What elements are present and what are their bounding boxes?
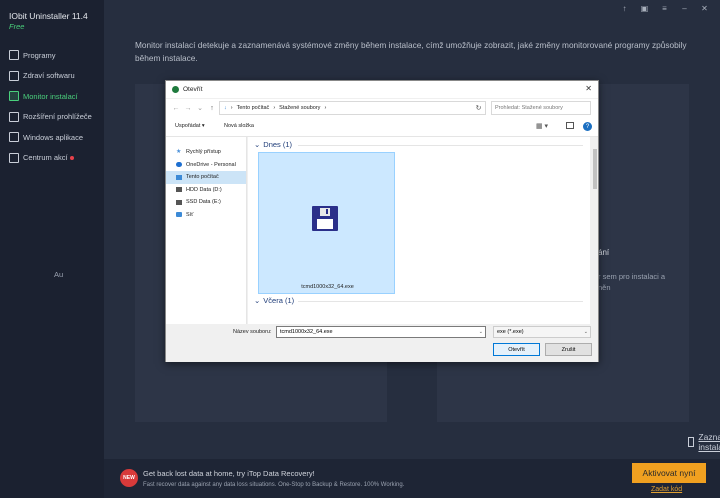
drive-icon	[176, 199, 182, 205]
app-window: IObit Uninstaller 11.4 Free Programy Zdr…	[0, 0, 720, 498]
chevron-down-icon: ⌄	[583, 329, 588, 335]
file-name-field-label: Název souboru:	[233, 329, 272, 335]
star-icon: ★	[176, 148, 182, 155]
close-icon[interactable]: ✕	[699, 4, 710, 13]
promo-subtitle: Fast recover data against any data loss …	[143, 482, 405, 488]
windows-icon	[9, 132, 19, 143]
group-divider	[298, 301, 583, 302]
open-button[interactable]: Otevřít	[493, 343, 540, 356]
dialog-toolbar: Uspořádat ▾ Nová složka ▦ ▾ ?	[166, 117, 598, 137]
cloud-icon	[176, 162, 182, 168]
recorded-installs-link[interactable]: Zaznamenané instalace	[688, 432, 720, 452]
group-divider	[298, 145, 583, 146]
help-icon[interactable]: ?	[583, 122, 592, 131]
drive-icon	[176, 187, 182, 193]
computer-icon	[176, 174, 182, 180]
promo-bar: NEW Get back lost data at home, try iTop…	[104, 459, 720, 498]
nav-hdd-data[interactable]: HDD Data (D:)	[166, 184, 246, 197]
nav-quick-access[interactable]: ★ Rychlý přístup	[166, 146, 246, 159]
promo-title[interactable]: Get back lost data at home, try iTop Dat…	[143, 469, 315, 478]
nav-onedrive[interactable]: OneDrive - Personal	[166, 159, 246, 172]
upgrade-icon[interactable]: ↑	[619, 4, 630, 13]
navigation-pane: ★ Rychlý přístup OneDrive - Personal Tent…	[166, 137, 247, 324]
toolbox-icon[interactable]: ▣	[639, 4, 650, 13]
window-controls: ↑ ▣ ≡ – ✕	[619, 4, 710, 13]
activate-now-button[interactable]: Aktivovat nyní	[632, 463, 706, 483]
minimize-icon[interactable]: –	[679, 4, 690, 13]
monitor-icon	[9, 91, 19, 102]
new-folder-button[interactable]: Nová složka	[224, 123, 254, 129]
search-input[interactable]: Prohledat: Stažené soubory	[491, 101, 591, 115]
file-name-label: tcmd1000x32_64.exe	[301, 284, 354, 290]
sidebar-item-monitor-instalaci[interactable]: Monitor instalací	[0, 86, 104, 107]
preview-pane-icon[interactable]	[566, 122, 574, 129]
sidebar-item-zdravi-softwaru[interactable]: Zdraví softwaru	[0, 66, 104, 87]
group-yesterday[interactable]: ⌄ Včera (1)	[254, 296, 294, 305]
dialog-close-icon[interactable]: ✕	[585, 84, 592, 93]
document-icon	[688, 437, 695, 447]
software-health-icon	[9, 70, 19, 81]
file-name-input[interactable]: tcmd1000x32_64.exe ⌄	[276, 326, 486, 338]
nav-this-pc[interactable]: Tento počítač	[166, 171, 246, 184]
left-panel-text: Au	[54, 270, 64, 279]
file-item-selected[interactable]: tcmd1000x32_64.exe	[258, 152, 395, 294]
dialog-title: Otevřít	[183, 86, 203, 93]
sidebar-item-programy[interactable]: Programy	[0, 45, 104, 66]
open-file-dialog: Otevřít ✕ ← → ⌄ ↑ ↓ › Tento počítač › St…	[165, 80, 599, 362]
sidebar: IObit Uninstaller 11.4 Free Programy Zdr…	[0, 0, 104, 498]
monitor-description: Monitor instalací detekuje a zaznamenává…	[135, 40, 687, 63]
nav-ssd-data[interactable]: SSD Data (E:)	[166, 196, 246, 209]
nav-network[interactable]: Síť	[166, 209, 246, 222]
app-edition: Free	[9, 22, 25, 31]
dialog-titlebar: Otevřít ✕	[166, 81, 598, 98]
organize-button[interactable]: Uspořádat ▾	[175, 123, 205, 129]
folder-icon: ↓	[224, 105, 227, 111]
group-today[interactable]: ⌄ Dnes (1)	[254, 140, 292, 149]
address-bar[interactable]: ↓ › Tento počítač › Stažené soubory ›	[219, 101, 486, 115]
view-options-icon[interactable]: ▦ ▾	[536, 122, 548, 130]
dropdown-icon[interactable]: ⌄	[194, 104, 206, 112]
sidebar-item-centrum-akci[interactable]: Centrum akcí	[0, 148, 104, 169]
notification-dot	[69, 155, 74, 160]
chevron-down-icon: ⌄	[254, 296, 261, 305]
file-type-select[interactable]: exe (*.exe) ⌄	[493, 326, 591, 338]
breadcrumb-this-pc[interactable]: Tento počítač	[237, 105, 270, 111]
chevron-down-icon: ⌄	[254, 140, 261, 149]
app-icon	[172, 86, 179, 93]
breadcrumb-downloads[interactable]: Stažené soubory	[279, 105, 320, 111]
programs-icon	[9, 50, 19, 61]
floppy-disk-icon	[312, 206, 338, 231]
sidebar-item-windows-aplikace[interactable]: Windows aplikace	[0, 127, 104, 148]
up-icon[interactable]: ↑	[206, 105, 218, 112]
dialog-footer: Název souboru: tcmd1000x32_64.exe ⌄ exe (…	[166, 324, 598, 362]
back-icon[interactable]: ←	[170, 105, 182, 112]
new-badge-icon: NEW	[120, 469, 138, 487]
flag-icon	[9, 152, 19, 163]
sidebar-item-rozsireni-prohlizece[interactable]: Rozšíření prohlížeče	[0, 107, 104, 128]
enter-code-link[interactable]: Zadat kód	[651, 486, 682, 493]
sidebar-nav: Programy Zdraví softwaru Monitor instala…	[0, 45, 104, 168]
right-panel-text: r sem pro instalaci a něn	[598, 272, 666, 292]
forward-icon[interactable]: →	[182, 105, 194, 112]
chevron-down-icon[interactable]: ⌄	[479, 329, 483, 335]
file-list: ⌄ Dnes (1) tcmd1000x32_64.exe ⌄ Včera (1)	[248, 137, 590, 324]
right-panel-title: ání	[598, 248, 610, 257]
cancel-button[interactable]: Zrušit	[545, 343, 592, 356]
app-title: IObit Uninstaller 11.4	[9, 11, 88, 21]
menu-icon[interactable]: ≡	[659, 4, 670, 13]
vertical-scrollbar[interactable]	[592, 137, 598, 324]
puzzle-icon	[9, 111, 19, 122]
refresh-icon[interactable]: ↻	[471, 101, 486, 115]
address-row: ← → ⌄ ↑ ↓ › Tento počítač › Stažené soub…	[166, 99, 598, 117]
network-icon	[176, 212, 182, 218]
